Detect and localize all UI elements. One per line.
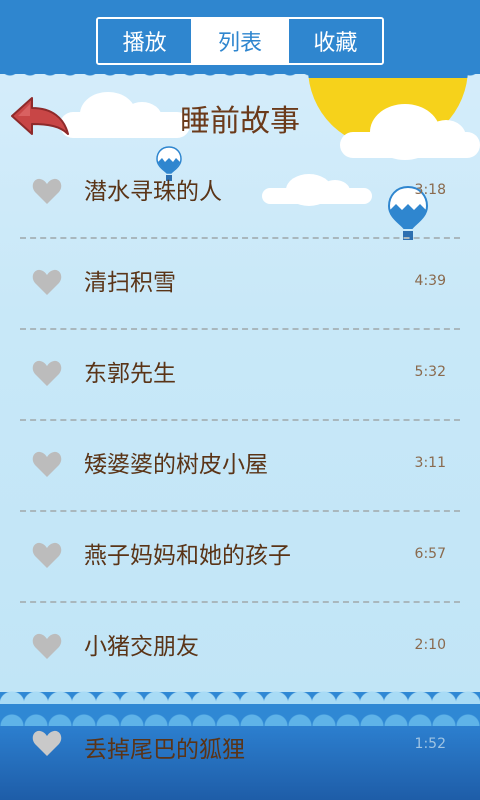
story-title: 燕子妈妈和她的孩子 bbox=[84, 543, 291, 569]
story-title: 小猪交朋友 bbox=[84, 634, 199, 660]
story-duration: 3:18 bbox=[414, 182, 446, 198]
tab-play[interactable]: 播放 bbox=[98, 19, 192, 63]
tab-favorites[interactable]: 收藏 bbox=[286, 19, 382, 63]
story-title: 丢掉尾巴的狐狸 bbox=[84, 737, 245, 763]
list-item[interactable]: 矮婆婆的树皮小屋 3:11 bbox=[20, 421, 460, 512]
tab-list[interactable]: 列表 bbox=[191, 19, 287, 63]
list-item[interactable]: 清扫积雪 4:39 bbox=[20, 239, 460, 330]
story-title: 清扫积雪 bbox=[84, 270, 176, 296]
story-list: 潜水寻珠的人 3:18 清扫积雪 4:39 东郭先生 5:32 矮婆婆的树皮小屋… bbox=[20, 148, 460, 694]
story-duration: 4:39 bbox=[414, 273, 446, 289]
tab-bar: 播放 列表 收藏 bbox=[96, 17, 384, 65]
story-duration: 3:11 bbox=[414, 455, 446, 471]
story-title: 东郭先生 bbox=[84, 361, 176, 387]
heart-icon[interactable] bbox=[32, 542, 62, 569]
list-item[interactable]: 潜水寻珠的人 3:18 bbox=[20, 148, 460, 239]
heart-icon[interactable] bbox=[32, 730, 62, 757]
story-duration: 5:32 bbox=[414, 364, 446, 380]
heart-icon[interactable] bbox=[32, 451, 62, 478]
page-title: 睡前故事 bbox=[180, 104, 300, 139]
list-item[interactable]: 燕子妈妈和她的孩子 6:57 bbox=[20, 512, 460, 603]
story-duration: 1:52 bbox=[414, 736, 446, 752]
heart-icon[interactable] bbox=[32, 360, 62, 387]
story-duration: 2:10 bbox=[414, 637, 446, 653]
top-bar-scallop bbox=[0, 66, 480, 82]
story-duration: 6:57 bbox=[414, 546, 446, 562]
list-item[interactable]: 丢掉尾巴的狐狸 1:52 bbox=[20, 700, 460, 790]
story-title: 矮婆婆的树皮小屋 bbox=[84, 452, 268, 478]
heart-icon[interactable] bbox=[32, 269, 62, 296]
list-item[interactable]: 东郭先生 5:32 bbox=[20, 330, 460, 421]
story-title: 潜水寻珠的人 bbox=[84, 179, 222, 205]
heart-icon[interactable] bbox=[32, 633, 62, 660]
heart-icon[interactable] bbox=[32, 178, 62, 205]
list-item[interactable]: 小猪交朋友 2:10 bbox=[20, 603, 460, 694]
